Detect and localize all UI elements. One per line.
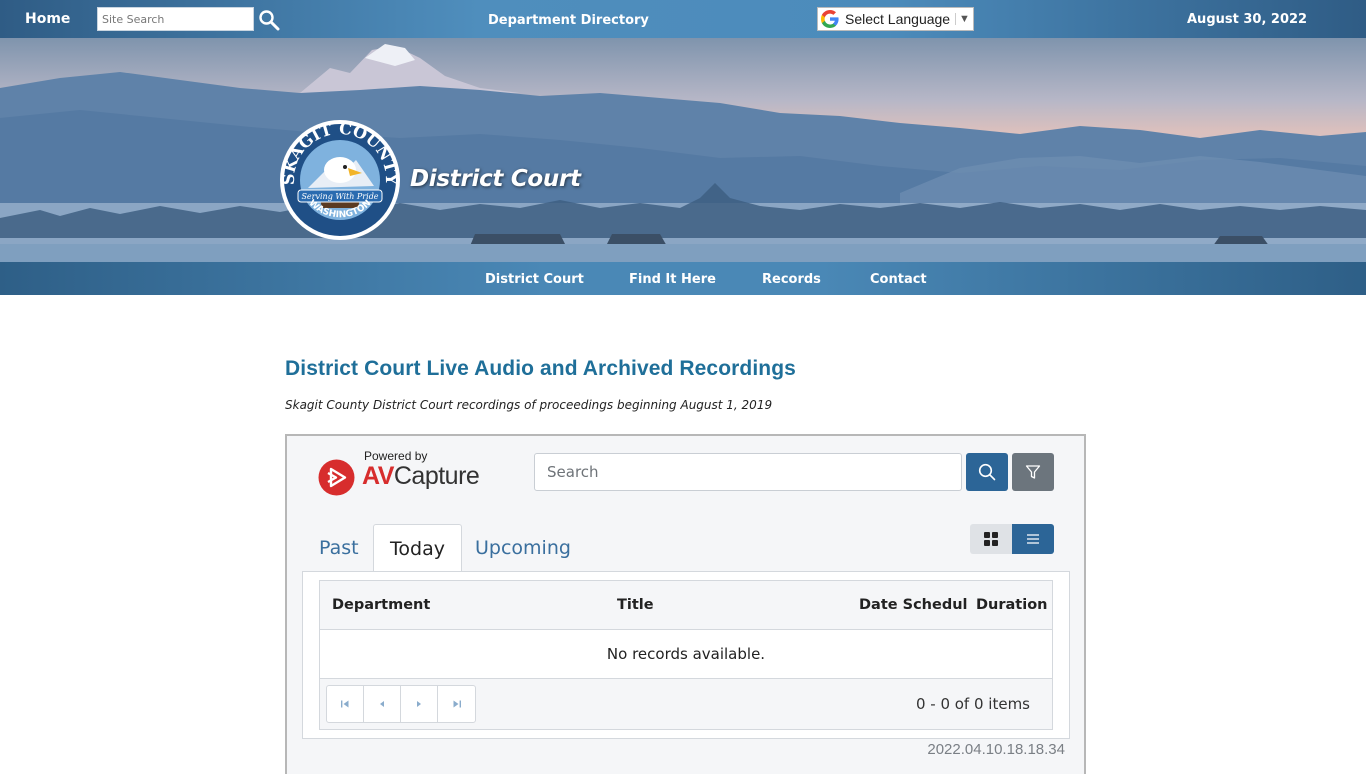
grid-icon [984, 532, 998, 546]
next-page-button[interactable] [401, 686, 438, 722]
first-page-button[interactable] [327, 686, 364, 722]
last-page-button[interactable] [438, 686, 475, 722]
language-select[interactable]: Select Language ▼ [817, 7, 974, 31]
grid-view-button[interactable] [970, 524, 1012, 554]
mountain-landscape-image [0, 44, 1366, 262]
tab-past[interactable]: Past [303, 524, 375, 573]
version-label: 2022.04.10.18.18.34 [927, 741, 1065, 758]
nav-district-court[interactable]: District Court [485, 272, 584, 287]
site-search-input[interactable] [97, 7, 254, 31]
pager: 0 - 0 of 0 items [320, 679, 1052, 729]
column-date-scheduled[interactable]: Date Scheduled [859, 597, 967, 613]
dropdown-arrow-icon: ▼ [955, 13, 973, 25]
column-title[interactable]: Title [617, 597, 654, 613]
department-directory-link[interactable]: Department Directory [488, 13, 649, 28]
main-nav: District Court Find It Here Records Cont… [0, 262, 1366, 295]
next-page-icon [417, 701, 421, 707]
avcapture-embed: Powered by AVCapture Past Today Upcoming [285, 434, 1086, 774]
page-subtitle: Skagit County District Court recordings … [285, 398, 773, 412]
pager-buttons [326, 685, 476, 723]
filter-icon [1025, 465, 1041, 479]
view-toggle [970, 524, 1054, 554]
header-banner: SKAGIT COUNTY Serving With Pride WASHING… [0, 38, 1366, 262]
previous-page-icon [380, 701, 384, 707]
nav-find-it-here[interactable]: Find It Here [629, 272, 716, 287]
search-icon[interactable] [258, 9, 280, 31]
column-department[interactable]: Department [332, 597, 430, 613]
avcapture-logo-icon [318, 459, 355, 496]
column-duration[interactable]: Duration [976, 597, 1047, 613]
recordings-search-input[interactable] [534, 453, 962, 491]
tab-today[interactable]: Today [373, 524, 462, 573]
google-icon [821, 10, 839, 28]
recordings-table: Department Title Date Scheduled Duration… [319, 580, 1053, 730]
pager-info: 0 - 0 of 0 items [915, 695, 1030, 713]
tab-upcoming[interactable]: Upcoming [459, 524, 587, 573]
top-bar: Home Department Directory Select Languag… [0, 0, 1366, 38]
powered-by-label: Powered by [364, 449, 428, 463]
tab-panel: Department Title Date Scheduled Duration… [302, 571, 1070, 739]
last-page-icon [453, 700, 461, 708]
no-records-message: No records available. [320, 630, 1052, 679]
list-view-button[interactable] [1012, 524, 1054, 554]
nav-contact[interactable]: Contact [870, 272, 927, 287]
banner-title: District Court [410, 166, 581, 192]
language-label: Select Language [845, 11, 951, 27]
nav-records[interactable]: Records [762, 272, 821, 287]
filter-button[interactable] [1012, 453, 1054, 491]
search-button[interactable] [966, 453, 1008, 491]
page-title: District Court Live Audio and Archived R… [285, 357, 796, 380]
county-seal-logo: SKAGIT COUNTY Serving With Pride WASHING… [279, 119, 401, 240]
search-icon [978, 463, 996, 481]
table-header: Department Title Date Scheduled Duration [320, 581, 1052, 630]
previous-page-button[interactable] [364, 686, 401, 722]
avcapture-logo-text: AVCapture [362, 462, 480, 490]
current-date: August 30, 2022 [1187, 12, 1308, 27]
list-icon [1027, 534, 1039, 544]
home-link[interactable]: Home [25, 11, 70, 27]
first-page-icon [341, 700, 349, 708]
